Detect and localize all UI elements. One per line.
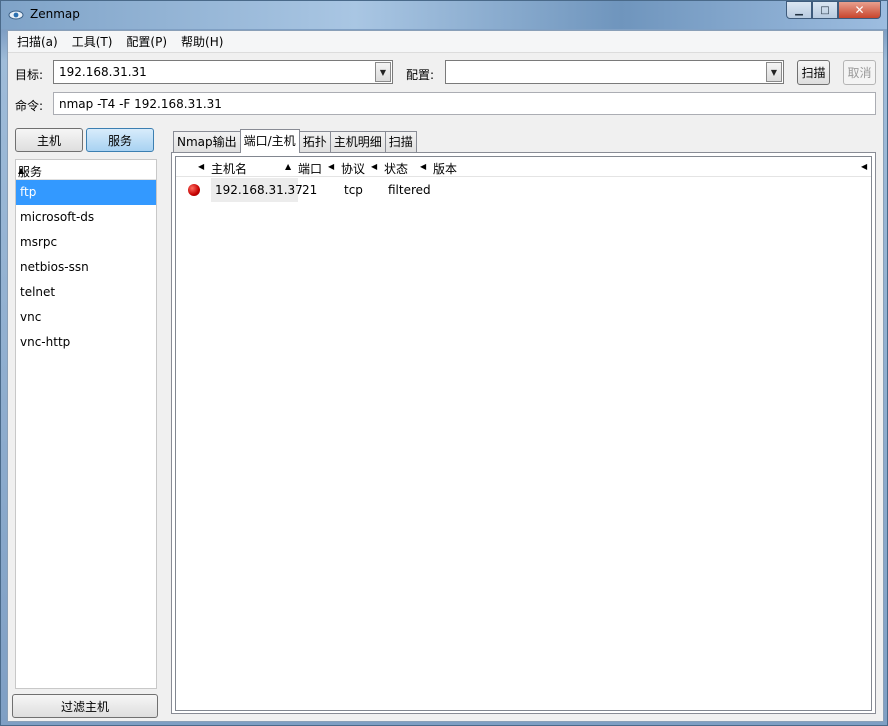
command-label: 命令: [15,99,44,113]
hosts-view-button[interactable]: 主机 [15,128,83,152]
command-input[interactable]: nmap -T4 -F 192.168.31.31 [53,92,876,115]
menu-scan[interactable]: 扫描(a) [12,33,63,50]
maximize-icon: □ [820,4,830,16]
result-tabs: Nmap输出 端口/主机 拓扑 主机明细 扫描 [173,129,417,153]
column-port[interactable]: 端口 [298,160,322,177]
target-value: 192.168.31.31 [59,65,147,79]
tab-scans[interactable]: 扫描 [384,131,417,153]
tab-topology[interactable]: 拓扑 [298,131,331,153]
column-state[interactable]: 状态 [384,160,408,177]
tab-ports-hosts[interactable]: 端口/主机 [239,129,300,153]
list-item-vnc[interactable]: vnc [16,305,156,330]
close-button[interactable]: ✕ [838,1,881,19]
zenmap-window: Zenmap ▁ □ ✕ 扫描(a) 工具(T) 配置(P) 帮助(H) 目标:… [0,0,888,726]
filter-hosts-button[interactable]: 过滤主机 [12,694,158,718]
list-item-netbios-ssn[interactable]: netbios-ssn [16,255,156,280]
title-bar: Zenmap ▁ □ ✕ [1,1,887,29]
tab-host-details[interactable]: 主机明细 [329,131,386,153]
minimize-icon: ▁ [795,4,803,16]
ports-hosts-panel: ◀ 主机名 ▲ 端口 ◀ 协议 ◀ 状态 ◀ 版本 ◀ 192.168.31.3… [171,152,876,714]
row-protocol: tcp [344,183,363,197]
row-state: filtered [388,183,431,197]
command-value: nmap -T4 -F 192.168.31.31 [59,97,222,111]
services-list: 服务 ▲ ftp microsoft-ds msrpc netbios-ssn … [15,159,157,689]
column-collapse-icon: ◀ [420,162,427,171]
close-icon: ✕ [854,3,865,17]
list-item-msrpc[interactable]: msrpc [16,230,156,255]
row-port: 21 [302,183,318,197]
row-hostname: 192.168.31.37 [215,183,303,197]
profile-dropdown-arrow[interactable]: ▼ [766,62,782,82]
ports-table: ◀ 主机名 ▲ 端口 ◀ 协议 ◀ 状态 ◀ 版本 ◀ 192.168.31.3… [175,156,872,711]
minimize-button[interactable]: ▁ [786,1,812,19]
column-collapse-icon: ◀ [328,162,335,171]
table-row[interactable]: 192.168.31.37 21 tcp filtered [176,178,871,202]
tab-nmap-output[interactable]: Nmap输出 [173,131,241,153]
sort-ascending-icon: ▲ [18,166,25,175]
scan-button[interactable]: 扫描 [797,60,830,85]
window-title: Zenmap [30,7,80,21]
maximize-button[interactable]: □ [812,1,838,19]
main-client-area: 扫描(a) 工具(T) 配置(P) 帮助(H) 目标: 192.168.31.3… [7,30,884,722]
list-item-ftp[interactable]: ftp [16,180,156,205]
target-label: 目标: [15,68,44,82]
chevron-down-icon: ▼ [379,67,387,77]
menu-profile[interactable]: 配置(P) [121,33,172,50]
cancel-button[interactable]: 取消 [843,60,876,85]
table-header: ◀ 主机名 ▲ 端口 ◀ 协议 ◀ 状态 ◀ 版本 ◀ [176,157,871,177]
column-protocol[interactable]: 协议 [341,160,365,177]
target-combo[interactable]: 192.168.31.31 ▼ [53,60,393,84]
services-column-header[interactable]: 服务 ▲ [16,160,156,180]
services-view-button[interactable]: 服务 [86,128,154,152]
target-dropdown-arrow[interactable]: ▼ [375,62,391,82]
zenmap-eye-icon [8,10,24,20]
column-collapse-icon: ◀ [861,162,868,171]
host-status-icon [188,184,200,196]
list-item-microsoft-ds[interactable]: microsoft-ds [16,205,156,230]
menu-help[interactable]: 帮助(H) [176,33,228,50]
column-version[interactable]: 版本 [433,160,457,177]
list-item-telnet[interactable]: telnet [16,280,156,305]
column-collapse-icon: ◀ [371,162,378,171]
chevron-down-icon: ▼ [770,67,778,77]
menu-bar: 扫描(a) 工具(T) 配置(P) 帮助(H) [8,31,883,53]
sort-ascending-icon: ▲ [285,162,292,171]
profile-combo[interactable]: ▼ [445,60,784,84]
menu-tools[interactable]: 工具(T) [67,33,118,50]
profile-label: 配置: [406,68,435,82]
column-collapse-icon: ◀ [198,162,205,171]
list-item-vnc-http[interactable]: vnc-http [16,330,156,355]
column-hostname[interactable]: 主机名 [211,160,247,177]
